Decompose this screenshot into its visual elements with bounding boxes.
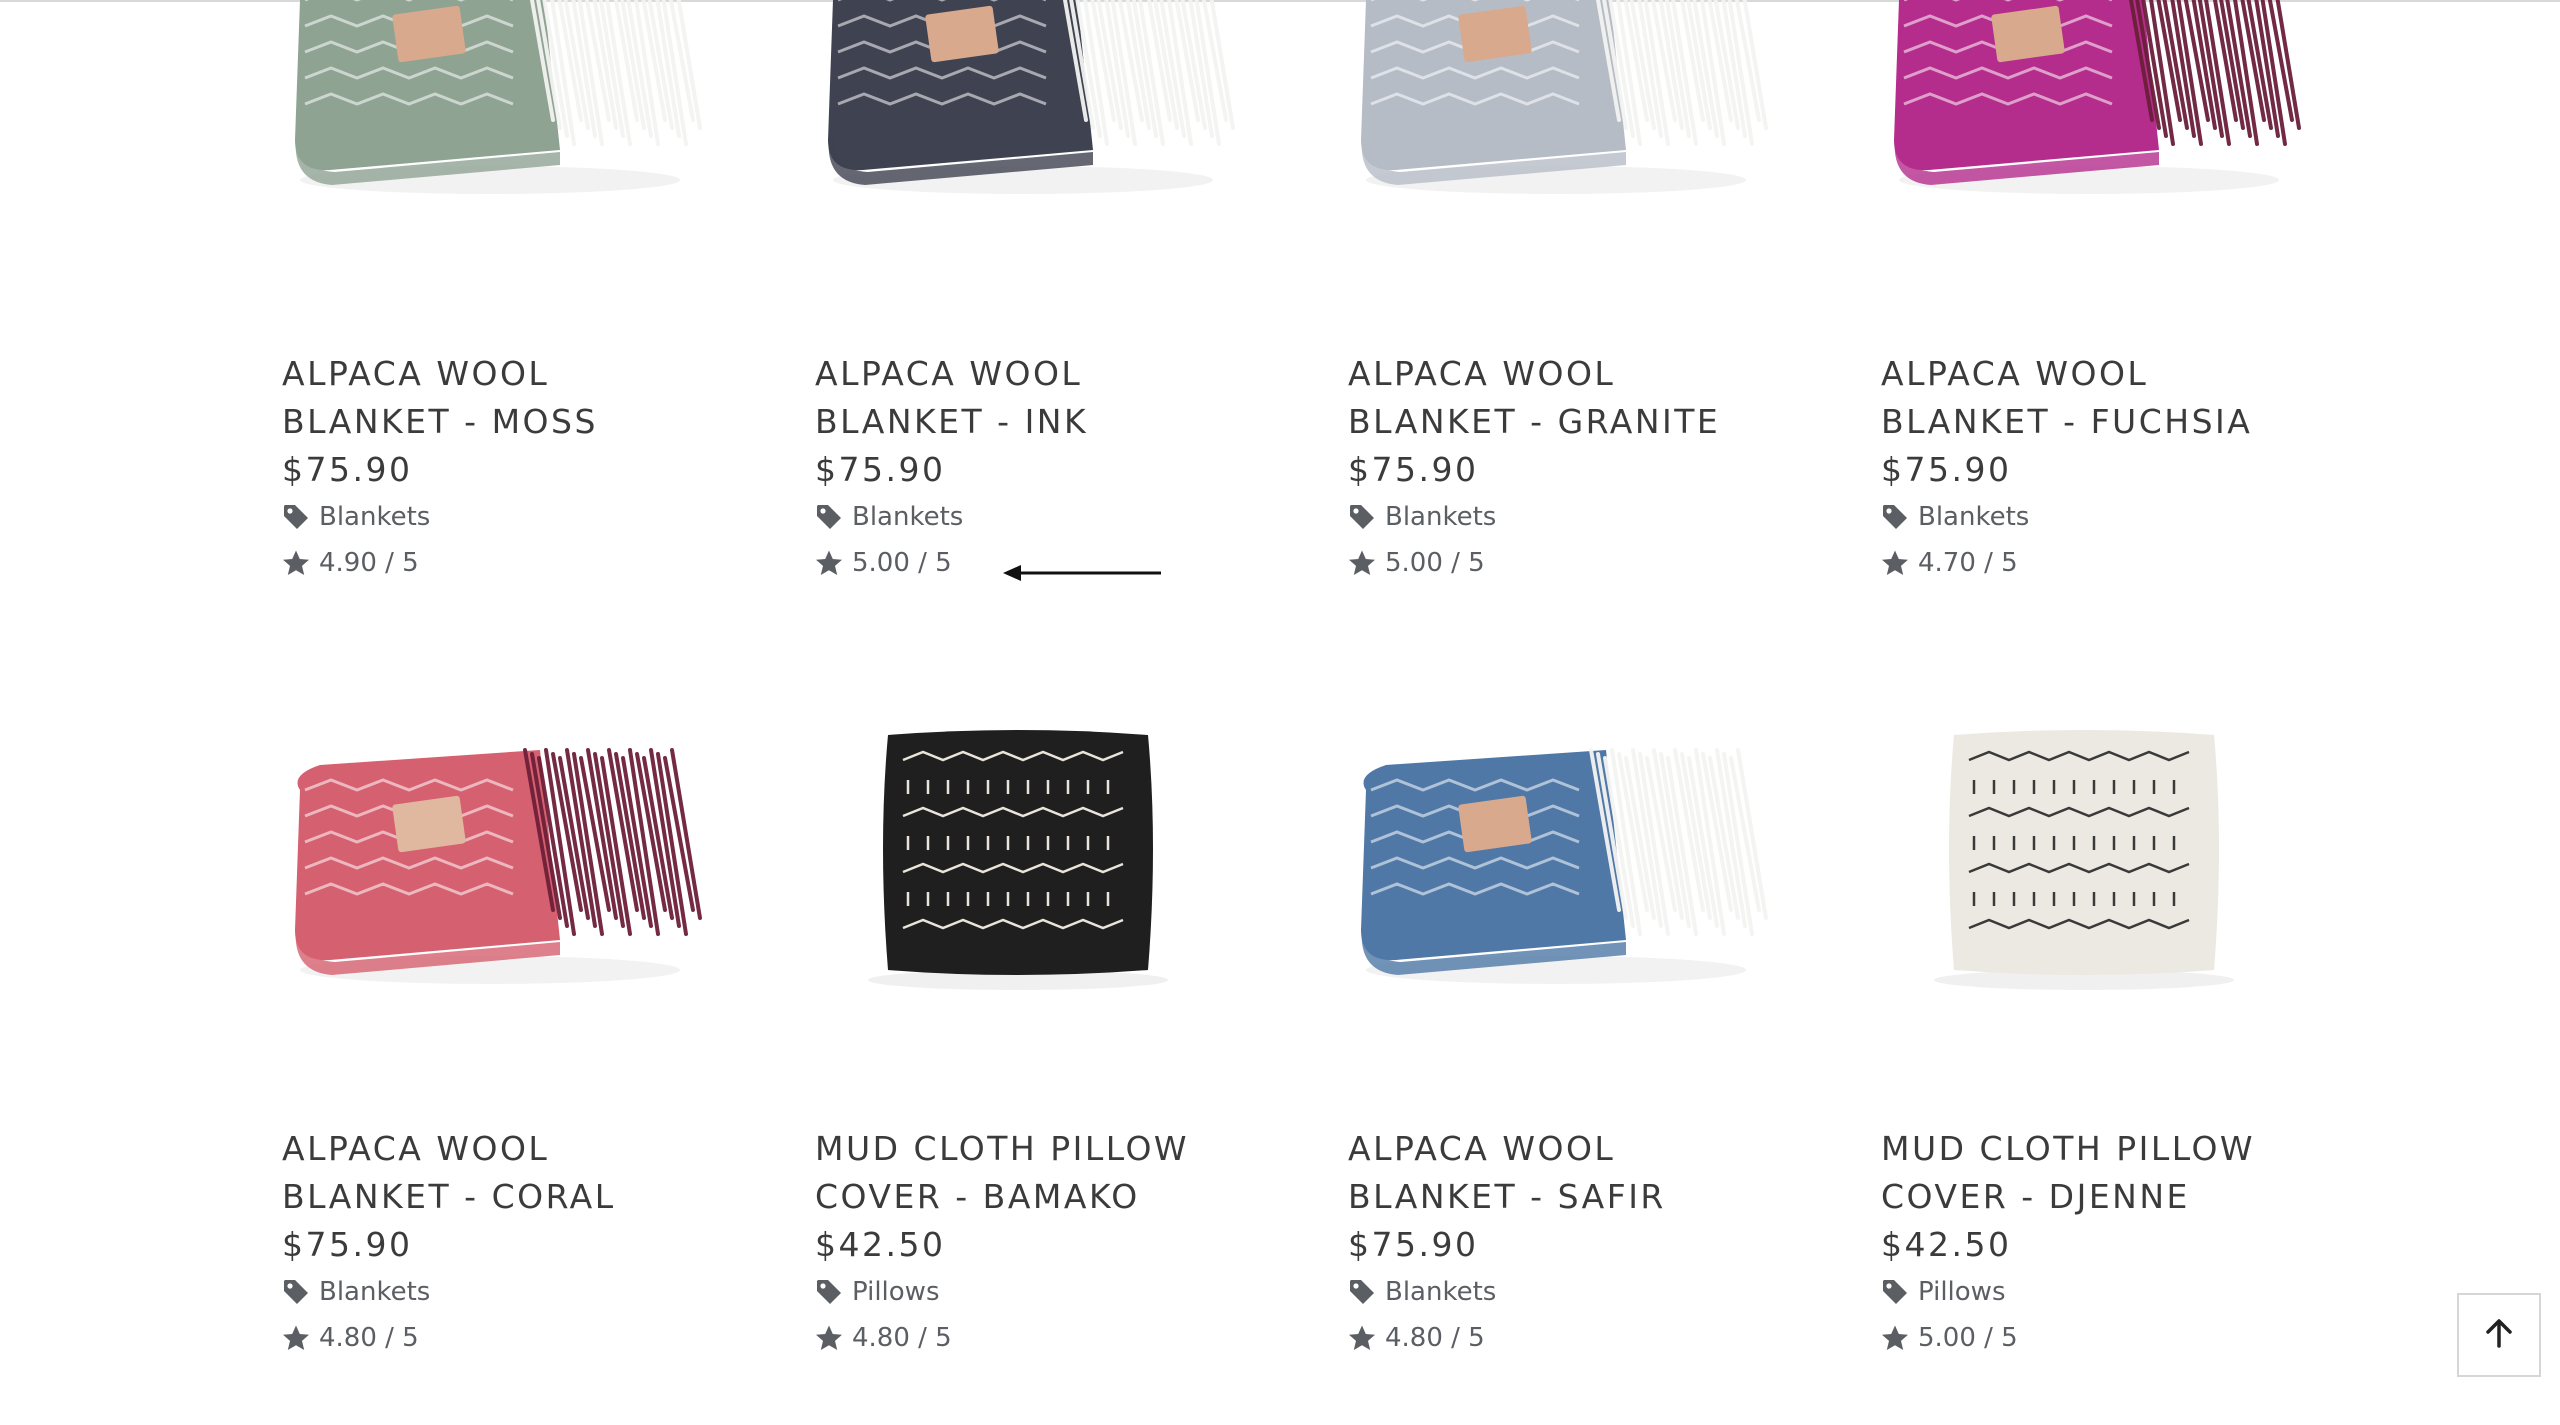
product-rating: 5.00 / 5 bbox=[1881, 1315, 2401, 1361]
product-card[interactable]: ALPACA WOOL BLANKET - GRANITE $75.90 Bla… bbox=[1348, 0, 1868, 650]
star-icon bbox=[282, 1324, 310, 1352]
tag-icon bbox=[1348, 1278, 1376, 1306]
tag-icon bbox=[1881, 503, 1909, 531]
product-image[interactable] bbox=[1326, 680, 1776, 1010]
arrow-left-icon bbox=[1003, 563, 1163, 583]
category-label: Blankets bbox=[1385, 502, 1497, 532]
category-label: Pillows bbox=[852, 1277, 940, 1307]
product-card[interactable]: MUD CLOTH PILLOW COVER - BAMAKO $42.50 P… bbox=[815, 665, 1335, 1425]
product-rating: 4.70 / 5 bbox=[1881, 540, 2401, 586]
product-card[interactable]: ALPACA WOOL BLANKET - CORAL $75.90 Blank… bbox=[282, 665, 802, 1425]
product-category[interactable]: Blankets bbox=[1348, 494, 1868, 540]
product-image[interactable] bbox=[1326, 0, 1776, 220]
product-rating: 4.80 / 5 bbox=[282, 1315, 802, 1361]
product-price: $42.50 bbox=[1881, 1225, 2012, 1264]
product-price: $75.90 bbox=[1348, 450, 1479, 489]
star-icon bbox=[1348, 1324, 1376, 1352]
product-price: $42.50 bbox=[815, 1225, 946, 1264]
product-grid: ALPACA WOOL BLANKET - MOSS $75.90 Blanke… bbox=[0, 0, 2560, 1398]
product-rating: 5.00 / 5 bbox=[1348, 540, 1868, 586]
product-price: $75.90 bbox=[1881, 450, 2012, 489]
rating-value: 4.80 / 5 bbox=[1385, 1323, 1485, 1353]
product-rating: 4.80 / 5 bbox=[1348, 1315, 1868, 1361]
arrow-up-icon bbox=[2482, 1316, 2516, 1354]
page: ALPACA WOOL BLANKET - MOSS $75.90 Blanke… bbox=[0, 0, 2560, 1398]
product-card[interactable]: MUD CLOTH PILLOW COVER - DJENNE $42.50 P… bbox=[1881, 665, 2401, 1425]
category-label: Blankets bbox=[1918, 502, 2030, 532]
product-category[interactable]: Blankets bbox=[1348, 1269, 1868, 1315]
star-icon bbox=[1881, 1324, 1909, 1352]
tag-icon bbox=[815, 1278, 843, 1306]
product-card[interactable]: ALPACA WOOL BLANKET - INK $75.90 Blanket… bbox=[815, 0, 1335, 650]
star-icon bbox=[282, 549, 310, 577]
product-card[interactable]: ALPACA WOOL BLANKET - FUCHSIA $75.90 Bla… bbox=[1881, 0, 2401, 650]
product-title[interactable]: ALPACA WOOL BLANKET - GRANITE bbox=[1348, 350, 1868, 446]
product-card[interactable]: ALPACA WOOL BLANKET - SAFIR $75.90 Blank… bbox=[1348, 665, 1868, 1425]
product-rating: 4.80 / 5 bbox=[815, 1315, 1335, 1361]
product-title[interactable]: ALPACA WOOL BLANKET - MOSS bbox=[282, 350, 802, 446]
product-price: $75.90 bbox=[282, 1225, 413, 1264]
back-to-top-button[interactable] bbox=[2457, 1293, 2541, 1377]
product-category[interactable]: Pillows bbox=[815, 1269, 1335, 1315]
product-category[interactable]: Blankets bbox=[1881, 494, 2401, 540]
product-image[interactable] bbox=[260, 0, 710, 220]
tag-icon bbox=[282, 503, 310, 531]
star-icon bbox=[1348, 549, 1376, 577]
product-title[interactable]: ALPACA WOOL BLANKET - INK bbox=[815, 350, 1335, 446]
product-card[interactable]: ALPACA WOOL BLANKET - MOSS $75.90 Blanke… bbox=[282, 0, 802, 650]
product-category[interactable]: Blankets bbox=[282, 1269, 802, 1315]
star-icon bbox=[815, 549, 843, 577]
product-title[interactable]: MUD CLOTH PILLOW COVER - BAMAKO bbox=[815, 1125, 1335, 1221]
product-price: $75.90 bbox=[282, 450, 413, 489]
product-image[interactable] bbox=[260, 680, 710, 1010]
category-label: Blankets bbox=[319, 502, 431, 532]
product-price: $75.90 bbox=[1348, 1225, 1479, 1264]
product-category[interactable]: Pillows bbox=[1881, 1269, 2401, 1315]
star-icon bbox=[815, 1324, 843, 1352]
rating-value: 4.70 / 5 bbox=[1918, 548, 2018, 578]
tag-icon bbox=[1881, 1278, 1909, 1306]
product-image[interactable] bbox=[1859, 0, 2309, 220]
rating-value: 5.00 / 5 bbox=[852, 548, 952, 578]
product-title[interactable]: ALPACA WOOL BLANKET - CORAL bbox=[282, 1125, 802, 1221]
category-label: Blankets bbox=[852, 502, 964, 532]
star-icon bbox=[1881, 549, 1909, 577]
category-label: Blankets bbox=[1385, 1277, 1497, 1307]
product-price: $75.90 bbox=[815, 450, 946, 489]
tag-icon bbox=[282, 1278, 310, 1306]
product-category[interactable]: Blankets bbox=[282, 494, 802, 540]
category-label: Blankets bbox=[319, 1277, 431, 1307]
rating-value: 4.90 / 5 bbox=[319, 548, 419, 578]
product-title[interactable]: ALPACA WOOL BLANKET - FUCHSIA bbox=[1881, 350, 2401, 446]
product-title[interactable]: ALPACA WOOL BLANKET - SAFIR bbox=[1348, 1125, 1868, 1221]
product-category[interactable]: Blankets bbox=[815, 494, 1335, 540]
rating-value: 4.80 / 5 bbox=[319, 1323, 419, 1353]
rating-value: 5.00 / 5 bbox=[1918, 1323, 2018, 1353]
rating-value: 4.80 / 5 bbox=[852, 1323, 952, 1353]
product-image[interactable] bbox=[793, 0, 1243, 220]
rating-value: 5.00 / 5 bbox=[1385, 548, 1485, 578]
product-rating: 4.90 / 5 bbox=[282, 540, 802, 586]
category-label: Pillows bbox=[1918, 1277, 2006, 1307]
tag-icon bbox=[815, 503, 843, 531]
tag-icon bbox=[1348, 503, 1376, 531]
product-title[interactable]: MUD CLOTH PILLOW COVER - DJENNE bbox=[1881, 1125, 2401, 1221]
product-image[interactable] bbox=[1859, 680, 2309, 1010]
product-image[interactable] bbox=[793, 680, 1243, 1010]
